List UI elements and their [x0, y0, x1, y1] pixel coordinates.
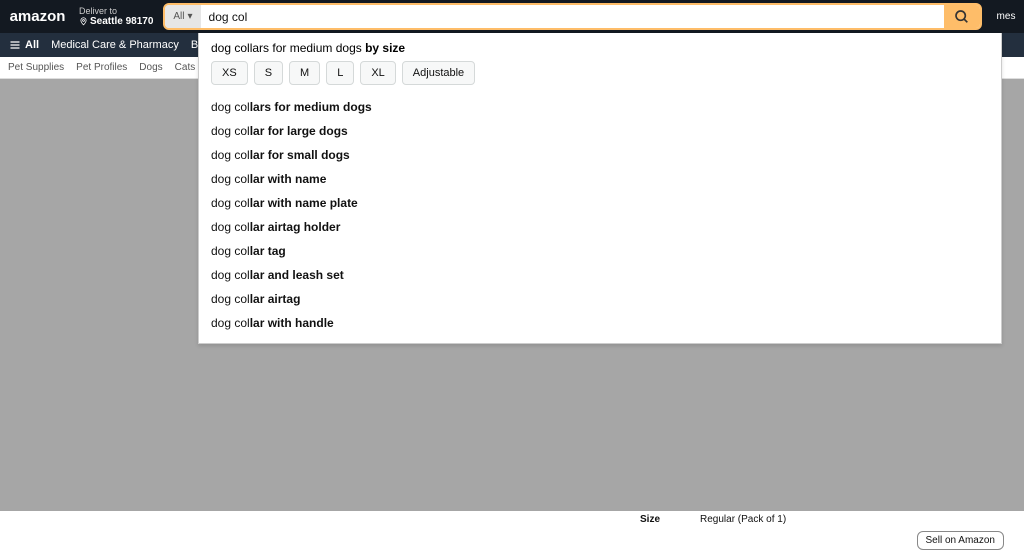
search-category-label: All — [173, 11, 184, 22]
search-button[interactable] — [944, 5, 980, 28]
size-filter-row: XS S M L XL Adjustable — [207, 61, 993, 95]
suggestion-item[interactable]: dog collar for small dogs — [207, 143, 993, 167]
nav3-item[interactable]: Cats — [175, 62, 196, 73]
location-icon — [79, 16, 88, 27]
chevron-down-icon: ▾ — [188, 11, 193, 22]
search-bar: All ▾ — [163, 3, 982, 30]
suggestion-title[interactable]: dog collars for medium dogs by size — [207, 37, 993, 61]
hamburger-icon — [8, 39, 22, 51]
search-icon — [954, 9, 970, 25]
amazon-logo[interactable]: amazon — [0, 0, 75, 33]
search-suggestions: dog collars for medium dogs by size XS S… — [198, 33, 1002, 344]
size-filter[interactable]: L — [326, 61, 354, 85]
suggestion-item[interactable]: dog collar airtag — [207, 287, 993, 311]
nav3-item[interactable]: Pet Supplies — [8, 62, 64, 73]
suggestion-item[interactable]: dog collar with name plate — [207, 191, 993, 215]
search-input[interactable] — [201, 5, 944, 28]
suggestion-item[interactable]: dog collar with handle — [207, 311, 993, 335]
suggestion-item[interactable]: dog collar airtag holder — [207, 215, 993, 239]
nav-all-menu[interactable]: All — [8, 39, 39, 51]
size-filter[interactable]: XL — [360, 61, 395, 85]
logo-text: amazon — [10, 8, 66, 25]
deliver-to[interactable]: Deliver to Seattle 98170 — [75, 0, 157, 33]
suggestion-item[interactable]: dog collar tag — [207, 239, 993, 263]
nav-all-label: All — [25, 39, 39, 51]
nav2-item[interactable]: Medical Care & Pharmacy — [51, 39, 179, 51]
size-filter[interactable]: XS — [211, 61, 248, 85]
size-filter[interactable]: Adjustable — [402, 61, 475, 85]
size-filter[interactable]: M — [289, 61, 320, 85]
nav3-item[interactable]: Dogs — [139, 62, 162, 73]
nav-right[interactable]: mes — [988, 0, 1024, 33]
top-nav: amazon Deliver to Seattle 98170 All ▾ me… — [0, 0, 1024, 33]
nav3-item[interactable]: Pet Profiles — [76, 62, 127, 73]
suggestion-item[interactable]: dog collars for medium dogs — [207, 95, 993, 119]
suggestion-item[interactable]: dog collar and leash set — [207, 263, 993, 287]
deliver-city: Seattle 98170 — [90, 16, 153, 27]
deliver-label: Deliver to — [79, 6, 153, 16]
suggestion-item[interactable]: dog collar for large dogs — [207, 119, 993, 143]
search-category-select[interactable]: All ▾ — [165, 5, 200, 28]
size-filter[interactable]: S — [254, 61, 283, 85]
sell-on-amazon-button[interactable]: Sell on Amazon — [917, 531, 1005, 550]
suggestion-item[interactable]: dog collar with name — [207, 167, 993, 191]
